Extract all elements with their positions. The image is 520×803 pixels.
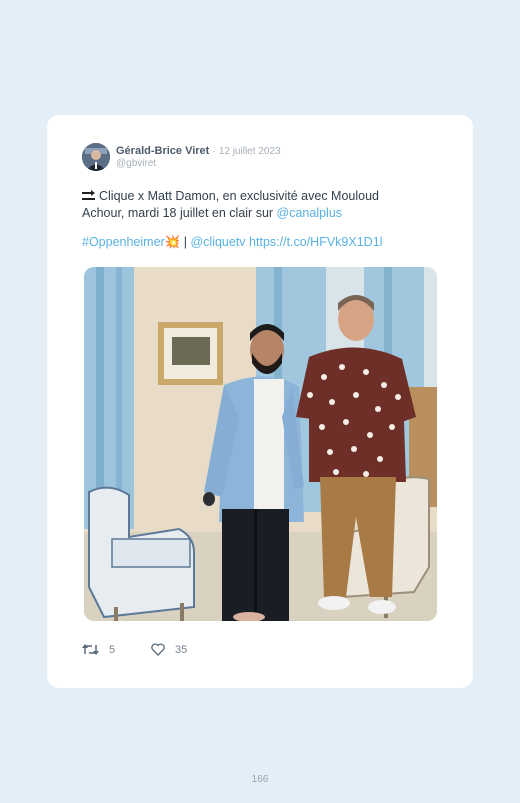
avatar[interactable] (82, 143, 110, 171)
mention-canalplus-link[interactable]: @canalplus (277, 206, 343, 220)
author-handle[interactable]: @gbviret (116, 158, 156, 169)
tweet-photo[interactable] (84, 267, 437, 621)
tweet-line-3: #Oppenheimer💥 | @cliquetv https://t.co/H… (82, 234, 412, 250)
soon-arrow-icon (82, 189, 96, 205)
collision-emoji: 💥 (164, 235, 181, 249)
tweet-card: Gérald-Brice Viret · 12 juillet 2023 @gb… (47, 115, 473, 688)
tweet-text: Clique x Matt Damon, en exclusivité avec… (82, 188, 412, 250)
pipe-separator: | (180, 235, 191, 249)
like-count: 35 (175, 643, 188, 656)
hashtag-oppenheimer-link[interactable]: #Oppenheimer (82, 235, 165, 249)
author-name[interactable]: Gérald-Brice Viret (116, 145, 209, 157)
tweet-date[interactable]: 12 juillet 2023 (219, 146, 281, 157)
tweet-line-2: Achour, mardi 18 juillet en clair sur @c… (82, 205, 412, 221)
page-number: 166 (251, 774, 269, 785)
retweet-icon (82, 644, 99, 655)
tweet-line-1: Clique x Matt Damon, en exclusivité avec… (82, 188, 412, 205)
heart-icon (151, 643, 165, 656)
tweet-line-1-text: Clique x Matt Damon, en exclusivité avec… (99, 189, 379, 203)
tweet-url-link[interactable]: https://t.co/HFVk9X1D1l (249, 235, 382, 249)
tweet-header: Gérald-Brice Viret · 12 juillet 2023 (116, 145, 281, 157)
retweet-button[interactable]: 5 (82, 643, 115, 656)
mention-cliquetv-link[interactable]: @cliquetv (190, 235, 245, 249)
like-button[interactable]: 35 (151, 643, 187, 656)
header-separator: · (212, 146, 216, 157)
tweet-line-2-text: Achour, mardi 18 juillet en clair sur (82, 206, 277, 220)
retweet-count: 5 (109, 643, 116, 656)
